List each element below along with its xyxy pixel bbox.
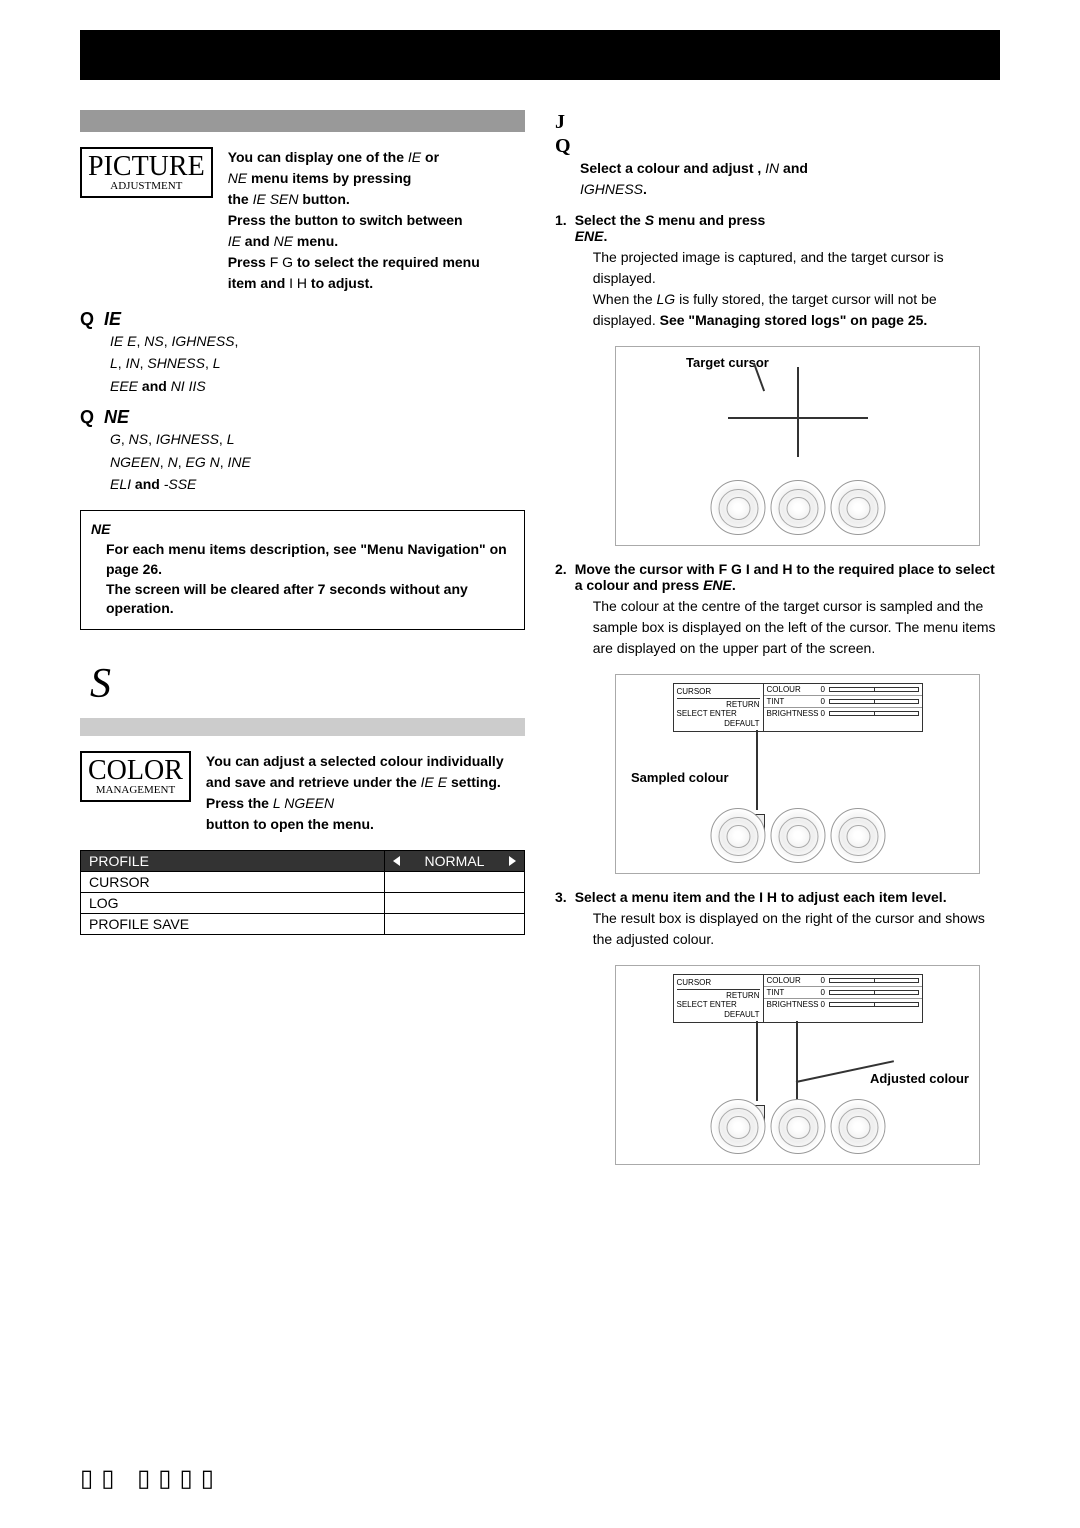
note-line: The screen will be cleared after 7 secon… xyxy=(106,581,468,617)
bullet-icon: Q xyxy=(80,309,94,330)
rose-icon xyxy=(770,808,825,863)
picture-intro: You can display one of the IE or NE menu… xyxy=(228,147,480,294)
arrow-left-icon[interactable] xyxy=(393,856,400,866)
mini-panel: CURSOR RETURN SELECT ENTER DEFAULT COLOU… xyxy=(673,683,923,732)
item-ne: Q NE G, NS, IGHNESS, L NGEEN, N, EG N, I… xyxy=(80,407,525,495)
rose-icon xyxy=(770,1099,825,1154)
rose-icon xyxy=(710,808,765,863)
letter-q: Q xyxy=(555,134,1000,158)
menu-table: PROFILE NORMAL CURSOR LOG PROFILE SAVE xyxy=(80,850,525,935)
diagram-sampled: CURSOR RETURN SELECT ENTER DEFAULT COLOU… xyxy=(615,674,980,874)
table-row[interactable]: PROFILE NORMAL xyxy=(81,851,524,872)
cell-label: PROFILE xyxy=(81,851,384,871)
badge-sub: ADJUSTMENT xyxy=(88,181,205,192)
rose-icon xyxy=(830,480,885,535)
label-sampled: Sampled colour xyxy=(631,770,729,785)
letter-j: J xyxy=(555,110,1000,134)
note-line: For each menu items description, see "Me… xyxy=(106,541,507,577)
item-title: IE xyxy=(104,309,121,330)
table-row[interactable]: PROFILE SAVE xyxy=(81,914,524,934)
rose-icon xyxy=(710,1099,765,1154)
table-row[interactable]: LOG xyxy=(81,893,524,914)
diagram-target-cursor: Target cursor xyxy=(615,346,980,546)
mini-select: SELECT xyxy=(677,709,708,718)
badge-title: COLOR xyxy=(88,757,183,785)
mini-slider[interactable]: COLOUR0 xyxy=(764,975,922,987)
rose-icon xyxy=(830,808,885,863)
cell-label: CURSOR xyxy=(81,872,384,892)
cell-label: PROFILE SAVE xyxy=(81,914,384,934)
mini-slider[interactable]: BRIGHTNESS0 xyxy=(764,999,922,1010)
cell-value: NORMAL xyxy=(425,853,485,869)
page-number: ▯▯ ▯▯▯▯ xyxy=(80,1464,222,1493)
note-title: NE xyxy=(91,521,514,537)
right-intro: Select a colour and adjust , IN and IGHN… xyxy=(580,158,1000,200)
color-badge: COLOR MANAGEMENT xyxy=(80,751,191,802)
header-bar xyxy=(80,30,1000,80)
item-title: NE xyxy=(104,407,129,428)
mini-cursor: CURSOR xyxy=(677,978,760,990)
label-adjusted: Adjusted colour xyxy=(870,1071,969,1086)
mini-default: DEFAULT xyxy=(677,719,760,729)
mini-slider[interactable]: COLOUR0 xyxy=(764,684,922,696)
arrow-right-icon[interactable] xyxy=(509,856,516,866)
rose-icon xyxy=(830,1099,885,1154)
color-intro: You can adjust a selected colour individ… xyxy=(206,751,525,835)
rose-icon xyxy=(710,480,765,535)
step-number: 1. xyxy=(555,212,567,331)
section-header-2 xyxy=(80,718,525,736)
picture-badge: PICTURE ADJUSTMENT xyxy=(80,147,213,198)
rose-icon xyxy=(770,480,825,535)
item-content: G, NS, IGHNESS, L NGEEN, N, EG N, INE EL… xyxy=(110,428,525,495)
badge-sub: MANAGEMENT xyxy=(88,785,183,796)
step-3: 3. Select a menu item and the I H to adj… xyxy=(555,889,1000,950)
section-letter: S xyxy=(80,660,525,708)
step-1: 1. Select the S menu and press ENE. The … xyxy=(555,212,1000,331)
item-content: IE E, NS, IGHNESS, L, IN, SHNESS, L EEE … xyxy=(110,330,525,397)
mini-select: SELECT xyxy=(677,1000,708,1009)
badge-title: PICTURE xyxy=(88,153,205,181)
mini-slider[interactable]: BRIGHTNESS0 xyxy=(764,708,922,719)
mini-default: DEFAULT xyxy=(677,1010,760,1020)
mini-enter: ENTER xyxy=(710,709,737,718)
mini-slider[interactable]: TINT0 xyxy=(764,696,922,708)
bullet-icon: Q xyxy=(80,407,94,428)
mini-panel: CURSOR RETURN SELECT ENTER DEFAULT COLOU… xyxy=(673,974,923,1023)
mini-return: RETURN xyxy=(677,700,760,710)
step-2: 2. Move the cursor with F G I and H to t… xyxy=(555,561,1000,659)
section-header-1 xyxy=(80,110,525,132)
table-row[interactable]: CURSOR xyxy=(81,872,524,893)
step-number: 2. xyxy=(555,561,567,659)
mini-cursor: CURSOR xyxy=(677,687,760,699)
cell-label: LOG xyxy=(81,893,384,913)
diagram-adjusted: CURSOR RETURN SELECT ENTER DEFAULT COLOU… xyxy=(615,965,980,1165)
mini-slider[interactable]: TINT0 xyxy=(764,987,922,999)
item-ie: Q IE IE E, NS, IGHNESS, L, IN, SHNESS, L… xyxy=(80,309,525,397)
note-box: NE For each menu items description, see … xyxy=(80,510,525,629)
mini-return: RETURN xyxy=(677,991,760,1001)
step-number: 3. xyxy=(555,889,567,950)
mini-enter: ENTER xyxy=(710,1000,737,1009)
